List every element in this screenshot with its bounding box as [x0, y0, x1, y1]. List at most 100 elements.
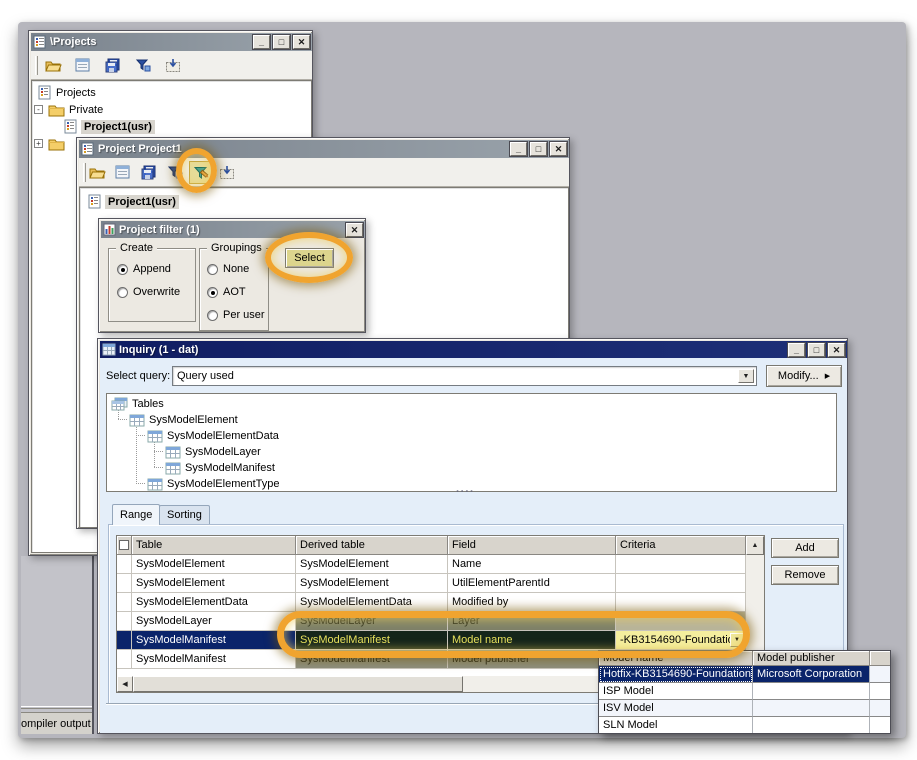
column-header-criteria[interactable]: Criteria: [616, 536, 746, 555]
cell-criteria[interactable]: [616, 574, 746, 593]
tree-item-label[interactable]: SysModelElement: [149, 414, 238, 426]
popup-row-model-publisher[interactable]: [753, 700, 870, 717]
sort-toolbar-button[interactable]: [163, 161, 187, 184]
inquiry-titlebar[interactable]: Inquiry (1 - dat) _ □ ✕: [100, 341, 847, 358]
save-toolbar-button[interactable]: [101, 54, 125, 77]
tree-item-label[interactable]: SysModelElementType: [167, 478, 280, 490]
import-toolbar-button[interactable]: [215, 161, 239, 184]
add-button[interactable]: Add: [771, 538, 839, 558]
column-header-table[interactable]: Table: [132, 536, 296, 555]
row-checkbox-cell[interactable]: [117, 631, 132, 650]
tree-item-label-selected[interactable]: Project1(usr): [81, 120, 155, 134]
cell-table[interactable]: SysModelElement: [132, 555, 296, 574]
tree-item-folder[interactable]: +: [34, 135, 65, 152]
cell-table[interactable]: SysModelElementData: [132, 593, 296, 612]
cell-table-selected[interactable]: SysModelManifest: [132, 631, 296, 650]
row-checkbox-cell[interactable]: [117, 555, 132, 574]
maximize-button[interactable]: □: [530, 142, 547, 156]
tree-item-sysmodelmanifest[interactable]: SysModelManifest: [165, 460, 275, 476]
popup-row-model-publisher[interactable]: [753, 683, 870, 700]
modify-button[interactable]: Modify... ▶: [766, 365, 842, 387]
radio-aot[interactable]: AOT: [207, 285, 246, 299]
select-query-combobox[interactable]: Query used ▼: [172, 366, 757, 386]
row-checkbox-cell[interactable]: [117, 593, 132, 612]
tree-item-label[interactable]: SysModelLayer: [185, 446, 261, 458]
minimize-button[interactable]: _: [510, 142, 527, 156]
select-button[interactable]: Select: [285, 248, 334, 268]
cell-field[interactable]: Name: [448, 555, 616, 574]
radio-icon[interactable]: [207, 264, 218, 275]
tree-item-label[interactable]: Tables: [132, 398, 164, 410]
cell-derived[interactable]: SysModelLayer: [296, 612, 448, 631]
radio-selected-icon[interactable]: [207, 287, 218, 298]
radio-icon[interactable]: [117, 287, 128, 298]
expand-expander-icon[interactable]: +: [34, 139, 43, 148]
toolbar-grip[interactable]: [35, 56, 38, 75]
sort-toolbar-button[interactable]: [131, 54, 155, 77]
project1-root-item[interactable]: Project1(usr): [88, 193, 179, 210]
project1-titlebar[interactable]: Project Project1 _ □ ✕: [79, 140, 569, 158]
popup-row-model-publisher[interactable]: [753, 717, 870, 734]
popup-header-model-name[interactable]: Model name: [599, 651, 753, 666]
tree-item-label[interactable]: SysModelElementData: [167, 430, 279, 442]
popup-header-model-publisher[interactable]: Model publisher: [753, 651, 870, 666]
close-button[interactable]: ✕: [346, 223, 363, 237]
minimize-button[interactable]: _: [253, 35, 270, 49]
header-checkbox-cell[interactable]: [117, 536, 132, 555]
close-button[interactable]: ✕: [293, 35, 310, 49]
cell-criteria[interactable]: [616, 593, 746, 612]
project1-item-label[interactable]: Project1(usr): [105, 195, 179, 209]
cell-field[interactable]: Model publisher: [448, 650, 616, 669]
tree-item-sysmodelelementtype[interactable]: SysModelElementType: [147, 476, 280, 492]
radio-append[interactable]: Append: [117, 262, 171, 276]
close-button[interactable]: ✕: [828, 343, 845, 357]
tree-item-sysmodelelementdata[interactable]: SysModelElementData: [147, 428, 279, 444]
radio-overwrite[interactable]: Overwrite: [117, 285, 180, 299]
row-checkbox-cell[interactable]: [117, 574, 132, 593]
cell-table[interactable]: SysModelElement: [132, 574, 296, 593]
tree-item-label[interactable]: Private: [69, 104, 103, 116]
column-header-derived-table[interactable]: Derived table: [296, 536, 448, 555]
close-button[interactable]: ✕: [550, 142, 567, 156]
collapse-expander-icon[interactable]: -: [34, 105, 43, 114]
cell-criteria[interactable]: [616, 555, 746, 574]
popup-row-model-name[interactable]: ISV Model: [599, 700, 753, 717]
popup-row-model-publisher[interactable]: Microsoft Corporation: [753, 666, 870, 683]
tab-sorting[interactable]: Sorting: [159, 505, 210, 524]
checkbox-icon[interactable]: [119, 540, 129, 550]
details-toolbar-button[interactable]: [111, 161, 135, 184]
details-toolbar-button[interactable]: [71, 54, 95, 77]
popup-row-model-name[interactable]: SLN Model: [599, 717, 753, 734]
filter-dialog-titlebar[interactable]: Project filter (1) ✕: [101, 221, 365, 238]
radio-per-user[interactable]: Per user: [207, 308, 265, 322]
criteria-dropdown-icon[interactable]: ▼: [730, 633, 744, 647]
cell-field[interactable]: Layer: [448, 612, 616, 631]
radio-none[interactable]: None: [207, 262, 249, 276]
cell-derived[interactable]: SysModelElement: [296, 555, 448, 574]
remove-button[interactable]: Remove: [771, 565, 839, 585]
filter-toolbar-button[interactable]: [189, 161, 213, 184]
cell-derived-highlighted[interactable]: SysModelManifest: [296, 631, 448, 650]
tree-item-project1[interactable]: Project1(usr): [64, 118, 155, 135]
popup-row-model-name[interactable]: Hotfix-KB3154690-Foundation: [599, 666, 753, 683]
tree-item-label[interactable]: SysModelManifest: [185, 462, 275, 474]
cell-derived[interactable]: SysModelElementData: [296, 593, 448, 612]
row-checkbox-cell[interactable]: [117, 612, 132, 631]
open-toolbar-button[interactable]: [85, 161, 109, 184]
radio-selected-icon[interactable]: [117, 264, 128, 275]
maximize-button[interactable]: □: [273, 35, 290, 49]
tree-item-private[interactable]: - Private: [34, 101, 103, 118]
cell-field-highlighted[interactable]: Model name: [448, 631, 616, 650]
row-checkbox-cell[interactable]: [117, 650, 132, 669]
scroll-up-button[interactable]: ▲: [746, 536, 764, 555]
minimize-button[interactable]: _: [788, 343, 805, 357]
cell-derived[interactable]: SysModelManifest: [296, 650, 448, 669]
save-toolbar-button[interactable]: [137, 161, 161, 184]
combo-dropdown-icon[interactable]: ▼: [738, 369, 754, 383]
tree-item-tables-root[interactable]: Tables: [111, 396, 164, 412]
open-toolbar-button[interactable]: [41, 54, 65, 77]
scroll-left-button[interactable]: ◀: [117, 676, 133, 692]
tree-item-sysmodellayer[interactable]: SysModelLayer: [165, 444, 261, 460]
criteria-value-combobox[interactable]: -KB3154690-Foundation ▼: [616, 631, 746, 650]
projects-titlebar[interactable]: \Projects _ □ ✕: [31, 33, 312, 51]
